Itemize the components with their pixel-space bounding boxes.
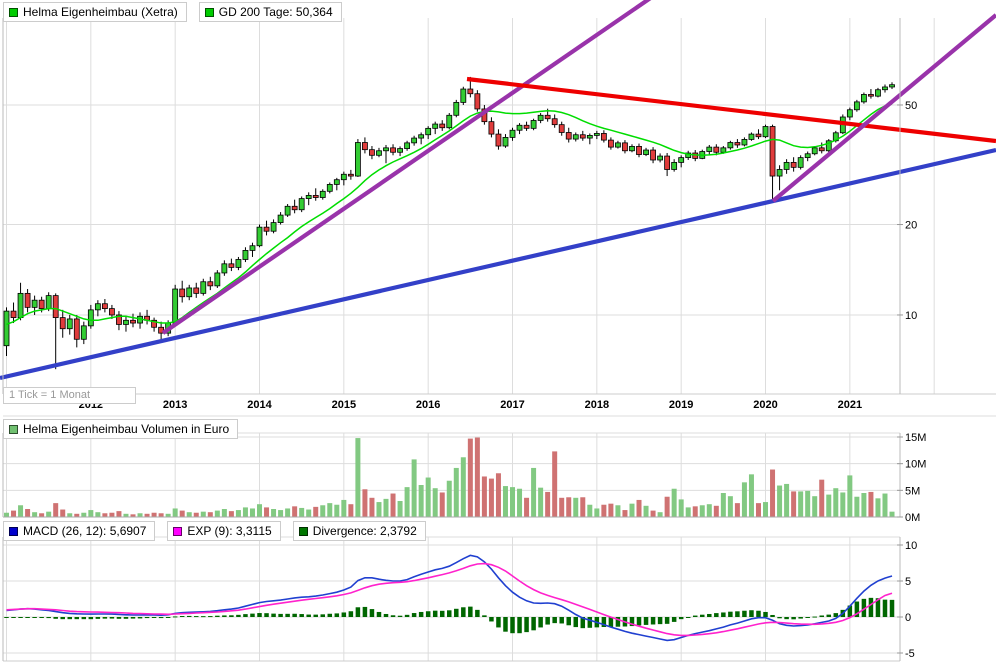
svg-text:5: 5 (905, 576, 911, 588)
divergence-swatch-icon (299, 527, 308, 536)
svg-text:2018: 2018 (585, 399, 609, 411)
macd-label: MACD (26, 12): 5,6907 (23, 524, 146, 538)
svg-text:2020: 2020 (753, 399, 777, 411)
macd-swatch-icon (9, 527, 18, 536)
price-series-label: Helma Eigenheimbau (Xetra) (23, 5, 178, 19)
svg-text:2016: 2016 (416, 399, 440, 411)
axis-labels: 50201015M10M5M0M1050-5201220132014201520… (79, 100, 927, 660)
divergence-label: Divergence: 2,3792 (313, 524, 417, 538)
price-panel-legend: Helma Eigenheimbau (Xetra) GD 200 Tage: … (3, 2, 342, 22)
svg-text:10: 10 (905, 540, 917, 552)
svg-text:0: 0 (905, 612, 911, 624)
svg-text:2019: 2019 (669, 399, 693, 411)
stock-chart-page: 50201015M10M5M0M1050-5201220132014201520… (0, 0, 996, 669)
svg-text:0M: 0M (905, 512, 920, 524)
svg-text:5M: 5M (905, 485, 920, 497)
exp-label: EXP (9): 3,3115 (187, 524, 271, 538)
exp-swatch-icon (173, 527, 182, 536)
gd200-label: GD 200 Tage: 50,364 (219, 5, 333, 19)
svg-text:2015: 2015 (332, 399, 356, 411)
trendline-uptrend-from-2020 (773, 15, 996, 201)
legend-macd: MACD (26, 12): 5,6907 (3, 521, 155, 541)
svg-text:2021: 2021 (838, 399, 862, 411)
price-series-swatch-icon (9, 8, 18, 17)
legend-volume: Helma Eigenheimbau Volumen in Euro (3, 419, 238, 439)
macd-line (7, 555, 893, 640)
legend-price-series: Helma Eigenheimbau (Xetra) (3, 2, 187, 22)
svg-text:10M: 10M (905, 459, 926, 471)
legend-divergence: Divergence: 2,3792 (293, 521, 426, 541)
svg-text:15M: 15M (905, 432, 926, 444)
svg-text:50: 50 (905, 100, 917, 112)
macd-line-group (7, 555, 893, 640)
gd200-swatch-icon (205, 8, 214, 17)
svg-text:2017: 2017 (500, 399, 524, 411)
trendline-long-term-support (0, 150, 996, 378)
macd-panel-legend: MACD (26, 12): 5,6907 EXP (9): 3,3115 Di… (3, 521, 426, 541)
legend-exp: EXP (9): 3,3115 (167, 521, 280, 541)
exp-line-group (7, 564, 893, 636)
volume-label: Helma Eigenheimbau Volumen in Euro (23, 422, 229, 436)
exp-line (7, 564, 893, 636)
svg-text:2014: 2014 (247, 399, 272, 411)
svg-text:2013: 2013 (163, 399, 187, 411)
svg-text:20: 20 (905, 220, 917, 232)
legend-gd200: GD 200 Tage: 50,364 (199, 2, 342, 22)
tick-interval-note: 1 Tick = 1 Monat (3, 387, 136, 404)
svg-text:-5: -5 (905, 648, 915, 660)
volume-panel-legend: Helma Eigenheimbau Volumen in Euro (3, 419, 238, 439)
gridlines (3, 18, 934, 661)
candlestick-series (4, 77, 895, 369)
svg-text:10: 10 (905, 310, 917, 322)
chart-canvas: 50201015M10M5M0M1050-5201220132014201520… (0, 0, 996, 669)
volume-bars (4, 438, 895, 517)
volume-swatch-icon (9, 425, 18, 434)
